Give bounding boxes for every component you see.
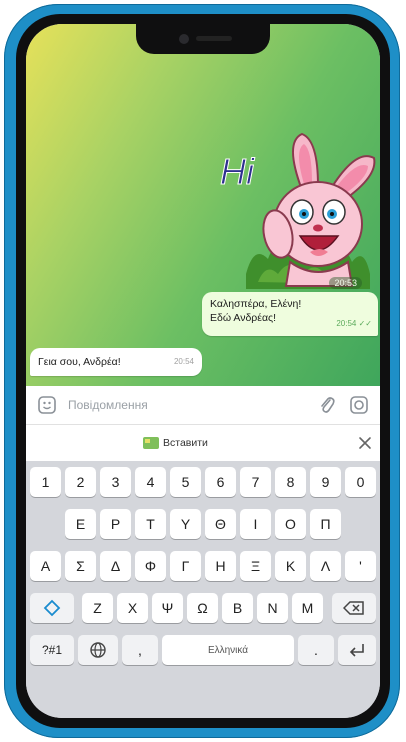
key-phi[interactable]: Φ (135, 551, 166, 581)
comma-key[interactable]: , (122, 635, 158, 665)
key-8[interactable]: 8 (275, 467, 306, 497)
key-kappa[interactable]: Κ (275, 551, 306, 581)
message-input-bar: Повідомлення (26, 386, 380, 425)
key-mu[interactable]: Μ (292, 593, 323, 623)
chat-area[interactable]: Hi 20:53 Καλησπέρα, Ελένη! Εδώ Ανδρέας! … (26, 24, 380, 386)
key-psi[interactable]: Ψ (152, 593, 183, 623)
key-upsilon[interactable]: Υ (170, 509, 201, 539)
front-camera-icon (179, 34, 189, 44)
key-6[interactable]: 6 (205, 467, 236, 497)
language-key[interactable] (78, 635, 118, 665)
message-input[interactable]: Повідомлення (68, 398, 148, 412)
notch (136, 24, 270, 54)
key-beta[interactable]: Β (222, 593, 253, 623)
clipboard-image-icon (143, 437, 159, 449)
backspace-icon (343, 601, 364, 615)
key-1[interactable]: 1 (30, 467, 61, 497)
greek-keyboard: 1 2 3 4 5 6 7 8 9 0 Ε Ρ Τ Υ Θ Ι Ο Π Α Σ … (26, 461, 380, 718)
enter-key[interactable] (338, 635, 376, 665)
key-alpha[interactable]: Α (30, 551, 61, 581)
key-lambda[interactable]: Λ (310, 551, 341, 581)
key-epsilon[interactable]: Ε (65, 509, 96, 539)
period-key[interactable]: . (298, 635, 334, 665)
globe-icon (90, 642, 106, 658)
key-accent[interactable]: ' (345, 551, 376, 581)
bunny-sticker[interactable]: Hi 20:53 (206, 124, 380, 299)
paste-button[interactable]: Вставити (143, 434, 208, 452)
incoming-message-text: Γεια σου, Ανδρέα! (38, 356, 121, 368)
key-iota[interactable]: Ι (240, 509, 271, 539)
key-eta[interactable]: Η (205, 551, 236, 581)
camera-icon[interactable] (348, 394, 370, 416)
key-4[interactable]: 4 (135, 467, 166, 497)
key-delta[interactable]: Δ (100, 551, 131, 581)
space-key[interactable]: Ελληνικά (162, 635, 294, 665)
phone-screen: Hi 20:53 Καλησπέρα, Ελένη! Εδώ Ανδρέας! … (26, 24, 380, 718)
attach-clip-icon[interactable] (316, 394, 338, 416)
key-pi[interactable]: Π (310, 509, 341, 539)
incoming-timestamp: 20:54 (173, 357, 194, 366)
enter-icon (349, 644, 364, 657)
sticker-emoji-icon[interactable] (36, 394, 58, 416)
key-nu[interactable]: Ν (257, 593, 288, 623)
key-9[interactable]: 9 (310, 467, 341, 497)
clipboard-suggestion-bar: Вставити (26, 425, 380, 461)
speaker-grille (196, 36, 232, 41)
key-2[interactable]: 2 (65, 467, 96, 497)
key-omega[interactable]: Ω (187, 593, 218, 623)
key-5[interactable]: 5 (170, 467, 201, 497)
key-gamma[interactable]: Γ (170, 551, 201, 581)
paste-label: Вставити (163, 437, 208, 449)
outgoing-message[interactable]: Καλησπέρα, Ελένη! Εδώ Ανδρέας! 20:54 ✓✓ (202, 292, 378, 336)
key-chi[interactable]: Χ (117, 593, 148, 623)
key-sigma[interactable]: Σ (65, 551, 96, 581)
key-rho[interactable]: Ρ (100, 509, 131, 539)
symbols-key[interactable]: ?#1 (30, 635, 74, 665)
outgoing-timestamp: 20:54 ✓✓ (336, 319, 372, 328)
key-7[interactable]: 7 (240, 467, 271, 497)
key-tau[interactable]: Τ (135, 509, 166, 539)
shift-key[interactable] (30, 593, 74, 623)
svg-text:Hi: Hi (220, 151, 255, 192)
key-zeta[interactable]: Ζ (82, 593, 113, 623)
sticker-timestamp: 20:53 (329, 277, 362, 289)
key-0[interactable]: 0 (345, 467, 376, 497)
key-3[interactable]: 3 (100, 467, 131, 497)
incoming-message[interactable]: Γεια σου, Ανδρέα! 20:54 (30, 348, 202, 376)
shift-icon (43, 599, 61, 617)
key-omicron[interactable]: Ο (275, 509, 306, 539)
bunny-sticker-image: Hi (220, 132, 376, 289)
close-icon[interactable] (356, 434, 374, 452)
key-theta[interactable]: Θ (205, 509, 236, 539)
backspace-key[interactable] (332, 593, 376, 623)
key-xi[interactable]: Ξ (240, 551, 271, 581)
message-line-1: Καλησπέρα, Ελένη! (210, 298, 302, 310)
